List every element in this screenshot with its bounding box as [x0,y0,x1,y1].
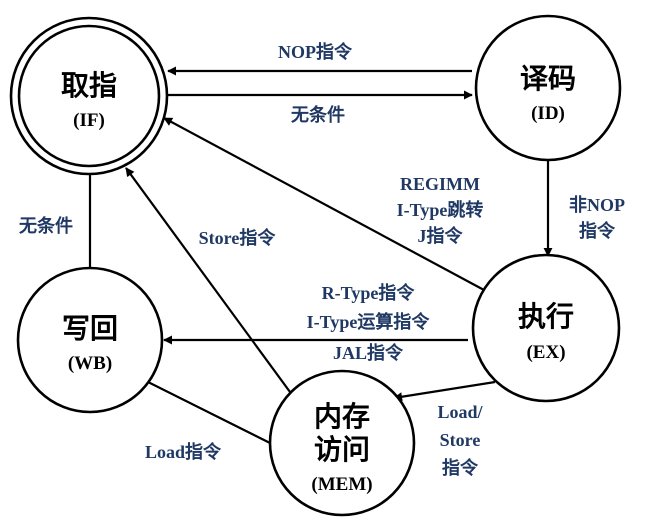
node-ex-name: 执行 [518,300,574,333]
label-mem-to-if-store: Store指令 [199,227,277,248]
label-ex-to-wb-line2: I-Type运算指令 [307,311,431,332]
edge-mem-to-wb-load [139,377,273,445]
node-id-abbr: (ID) [531,103,565,124]
label-ex-to-if-line1: REGIMM [400,174,480,194]
node-mem-abbr: (MEM) [311,474,372,495]
label-ex-to-mem-line2: Store [440,430,481,450]
node-wb-name: 写回 [62,312,118,345]
node-mem-name-line2: 访问 [314,433,370,466]
label-ex-to-mem-line3: 指令 [442,457,479,478]
diagram-canvas: 取指 (IF) 译码 (ID) 执行 (EX) 写回 (WB) 内存 访问 (M… [9,14,625,517]
label-id-to-if-nop: NOP指令 [278,41,353,62]
label-if-to-id: 无条件 [291,104,345,125]
label-ex-to-if-line2: I-Type跳转 [397,199,484,220]
node-mem: 内存 访问 (MEM) [268,369,416,517]
node-if: 取指 (IF) [9,16,169,176]
label-ex-to-mem-line1: Load/ [437,402,483,422]
node-if-name: 取指 [61,69,117,102]
node-ex-abbr: (EX) [526,342,565,363]
node-ex: 执行 (EX) [471,253,621,403]
pipeline-state-diagram: 取指 (IF) 译码 (ID) 执行 (EX) 写回 (WB) 内存 访问 (M… [0,0,649,525]
node-wb-abbr: (WB) [68,353,112,374]
label-ex-to-if-line3: J指令 [418,225,464,246]
label-ex-to-wb-line1: R-Type指令 [322,282,416,303]
label-id-to-ex-line2: 指令 [579,220,616,241]
edge-ex-to-mem [393,380,496,402]
label-wb-to-if: 无条件 [19,215,73,236]
node-id-name: 译码 [520,62,576,95]
label-id-to-ex-line1: 非NOP [569,194,625,215]
node-mem-name-line1: 内存 [314,400,370,433]
label-ex-to-wb-line3: JAL指令 [333,342,404,363]
node-if-abbr: (IF) [73,110,105,131]
node-id: 译码 (ID) [474,14,622,162]
label-mem-to-wb-load: Load指令 [145,441,222,462]
node-wb: 写回 (WB) [16,266,164,414]
